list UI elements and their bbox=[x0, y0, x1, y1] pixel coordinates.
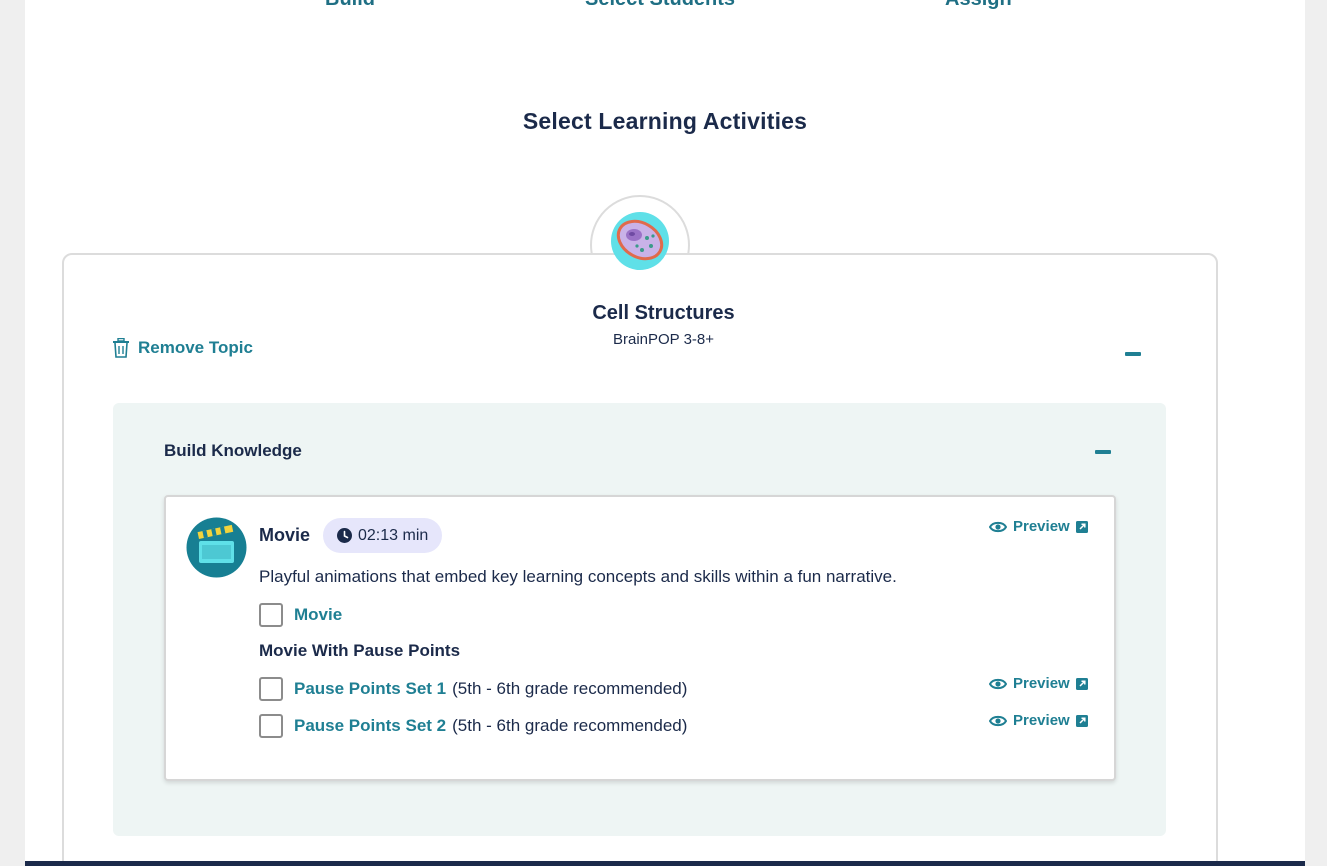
section-title: Build Knowledge bbox=[164, 441, 302, 460]
cell-illustration-icon bbox=[611, 212, 669, 270]
activity-title: Movie bbox=[259, 525, 311, 545]
preview-movie-link[interactable]: Preview bbox=[989, 518, 1088, 535]
pause-points-set-2-note: (5th - 6th grade recommended) bbox=[452, 716, 688, 735]
trash-icon bbox=[113, 338, 129, 358]
eye-icon bbox=[989, 715, 1007, 726]
pause-points-set-1-label[interactable]: Pause Points Set 1 bbox=[294, 679, 446, 699]
external-link-icon bbox=[1075, 714, 1088, 727]
eye-icon bbox=[989, 521, 1007, 532]
pause-points-set-2-checkbox[interactable] bbox=[259, 714, 283, 738]
movie-clapper-icon bbox=[186, 517, 247, 578]
preview-label: Preview bbox=[1013, 712, 1070, 729]
collapse-section-icon[interactable] bbox=[1095, 450, 1111, 454]
remove-topic-button[interactable]: Remove Topic bbox=[112, 338, 253, 358]
bottom-bar bbox=[25, 861, 1305, 866]
external-link-icon bbox=[1075, 520, 1088, 533]
pause-points-set-1-note: (5th - 6th grade recommended) bbox=[452, 679, 688, 698]
step-select-students[interactable]: Select Students bbox=[585, 0, 735, 11]
eye-icon bbox=[989, 678, 1007, 689]
step-build[interactable]: Build bbox=[325, 0, 375, 11]
preview-label: Preview bbox=[1013, 675, 1070, 692]
step-assign[interactable]: Assign bbox=[945, 0, 1012, 11]
page-title: Select Learning Activities bbox=[522, 108, 808, 134]
pause-points-set-1-checkbox[interactable] bbox=[259, 677, 283, 701]
collapse-topic-icon[interactable] bbox=[1125, 352, 1141, 356]
pause-points-set-2-row: Pause Points Set 2 (5th - 6th grade reco… bbox=[259, 714, 687, 738]
activity-description: Playful animations that embed key learni… bbox=[259, 567, 897, 586]
preview-pause-points-set-1-link[interactable]: Preview bbox=[989, 675, 1088, 692]
topic-title: Cell Structures bbox=[592, 302, 735, 324]
pause-points-set-1-row: Pause Points Set 1 (5th - 6th grade reco… bbox=[259, 677, 687, 701]
preview-label: Preview bbox=[1013, 518, 1070, 535]
step-indicator: Build Select Students Assign bbox=[25, 0, 1305, 11]
duration-text: 02:13 min bbox=[358, 526, 429, 544]
pause-points-heading: Movie With Pause Points bbox=[259, 641, 461, 660]
movie-checkbox[interactable] bbox=[259, 603, 283, 627]
pause-points-set-2-label[interactable]: Pause Points Set 2 bbox=[294, 716, 446, 736]
movie-option-row: Movie bbox=[259, 603, 342, 627]
remove-topic-label: Remove Topic bbox=[138, 338, 253, 357]
external-link-icon bbox=[1075, 677, 1088, 690]
duration-badge: 02:13 min bbox=[323, 518, 443, 553]
preview-pause-points-set-2-link[interactable]: Preview bbox=[989, 712, 1088, 729]
movie-option-label[interactable]: Movie bbox=[294, 605, 342, 625]
clock-icon bbox=[337, 528, 352, 543]
